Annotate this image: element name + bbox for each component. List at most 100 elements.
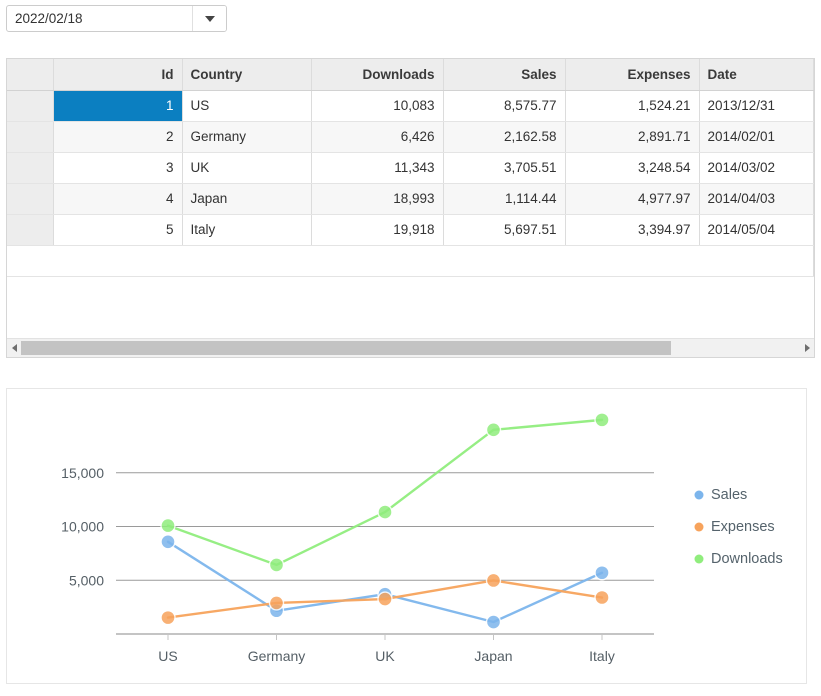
table-cell-downloads[interactable]: 11,343 [311,152,444,184]
table-cell-date[interactable]: 2014/05/04 [699,214,814,246]
chart-point-downloads-us[interactable] [160,517,176,534]
legend-label-sales[interactable]: Sales [711,487,747,503]
table-cell-downloads[interactable]: 19,918 [311,214,444,246]
legend-marker-sales[interactable] [694,490,704,500]
table-cell-downloads[interactable]: 18,993 [311,183,444,215]
chart-point-expenses-japan[interactable] [485,572,502,589]
chart-legend[interactable]: Sales Expenses Downloads [694,487,783,567]
table-cell-expenses[interactable]: 2,891.71 [565,121,700,153]
column-header-country[interactable]: Country [182,59,312,91]
chart-x-tick-label: Japan [474,648,512,664]
table-cell-country[interactable]: US [182,90,312,122]
chart-point-downloads-italy[interactable] [594,412,610,428]
chart-y-axis-labels: 5,000 10,000 15,000 [61,465,104,589]
data-grid-table: Id Country Downloads Sales Expenses Date… [7,59,814,277]
table-cell-country[interactable]: Germany [182,121,312,153]
chevron-down-icon [204,15,215,22]
triangle-right-icon [804,344,810,352]
table-empty-cell [7,245,814,277]
date-picker-input[interactable] [7,6,193,31]
table-cell-expenses[interactable]: 4,977.97 [565,183,700,215]
triangle-left-icon [11,344,17,352]
chart-point-expenses-uk[interactable] [377,591,393,607]
table-cell-country[interactable]: Italy [182,214,312,246]
row-header-cell[interactable] [7,214,54,246]
table-row[interactable]: 1 US 10,083 8,575.77 1,524.21 2013/12/31 [7,90,814,122]
legend-label-downloads[interactable]: Downloads [711,551,783,567]
table-row[interactable]: 2 Germany 6,426 2,162.58 2,891.71 2014/02/01 [7,121,814,153]
table-row[interactable]: 5 Italy 19,918 5,697.51 3,394.97 2014/05/04 [7,214,814,246]
horizontal-scrollbar[interactable] [7,338,814,357]
chart-point-expenses-us[interactable] [160,609,176,626]
legend-marker-downloads[interactable] [694,554,704,564]
table-cell-id[interactable]: 1 [53,90,183,122]
table-cell-country[interactable]: Japan [182,183,312,215]
row-header-cell[interactable] [7,152,54,184]
table-cell-sales[interactable]: 3,705.51 [443,152,566,184]
chart-point-sales-japan[interactable] [485,614,502,630]
line-chart-panel[interactable]: 5,000 10,000 15,000 US Germany UK Japan Italy … [6,388,807,684]
legend-label-expenses[interactable]: Expenses [711,519,775,535]
table-cell-expenses[interactable]: 3,394.97 [565,214,700,246]
table-row[interactable]: 3 UK 11,343 3,705.51 3,248.54 2014/03/02 [7,152,814,184]
table-cell-id[interactable]: 4 [53,183,183,215]
column-header-sales[interactable]: Sales [443,59,566,91]
table-cell-sales[interactable]: 1,114.44 [443,183,566,215]
chart-y-tick-label: 5,000 [69,572,104,588]
chart-y-tick-label: 10,000 [61,519,104,535]
line-chart: 5,00010,00015,000 US Germany UK Japan Italy … [61,412,783,664]
chart-point-expenses-italy[interactable] [594,589,610,606]
chart-point-downloads-japan[interactable] [485,422,502,438]
chart-point-expenses-germany[interactable] [268,595,285,611]
table-cell-date[interactable]: 2014/04/03 [699,183,814,215]
table-empty-area [7,245,814,277]
header-row: Id Country Downloads Sales Expenses Date [7,59,814,91]
table-cell-sales[interactable]: 8,575.77 [443,90,566,122]
table-cell-sales[interactable]: 5,697.51 [443,214,566,246]
table-cell-country[interactable]: UK [182,152,312,184]
column-header-downloads[interactable]: Downloads [311,59,444,91]
column-header-date[interactable]: Date [699,59,814,91]
table-row[interactable]: 4 Japan 18,993 1,114.44 4,977.97 2014/04/03 [7,183,814,215]
legend-marker-expenses[interactable] [694,522,704,532]
chart-line-downloads [166,418,604,567]
row-header-cell[interactable] [7,90,54,122]
chart-point-sales-us[interactable] [160,534,176,550]
table-cell-sales[interactable]: 2,162.58 [443,121,566,153]
table-cell-expenses[interactable]: 1,524.21 [565,90,700,122]
data-grid[interactable]: Id Country Downloads Sales Expenses Date… [6,58,815,358]
date-picker[interactable] [6,5,227,32]
chart-gridlines [116,472,654,635]
table-cell-date[interactable]: 2014/03/02 [699,152,814,184]
row-header-cell[interactable] [7,121,54,153]
table-cell-id[interactable]: 3 [53,152,183,184]
column-header-id[interactable]: Id [53,59,183,91]
table-cell-expenses[interactable]: 3,248.54 [565,152,700,184]
chart-x-axis-labels: US Germany UK Japan Italy [158,648,615,664]
date-picker-dropdown-button[interactable] [192,6,226,31]
row-header-corner[interactable] [7,59,54,91]
chart-x-tick-label: UK [375,648,395,664]
table-cell-date[interactable]: 2013/12/31 [699,90,814,122]
scrollbar-right-arrow-button[interactable] [800,339,814,357]
chart-point-downloads-uk[interactable] [377,504,393,520]
chart-x-tick-label: Germany [248,648,306,664]
data-grid-header: Id Country Downloads Sales Expenses Date [7,59,814,91]
scrollbar-track[interactable] [21,341,800,355]
row-header-cell[interactable] [7,183,54,215]
chart-x-tick-label: Italy [589,648,615,664]
table-cell-id[interactable]: 5 [53,214,183,246]
table-cell-date[interactable]: 2014/02/01 [699,121,814,153]
chart-series-group [160,412,610,630]
scrollbar-left-arrow-button[interactable] [7,339,21,357]
table-cell-downloads[interactable]: 10,083 [311,90,444,122]
table-cell-downloads[interactable]: 6,426 [311,121,444,153]
chart-x-tick-label: US [158,648,177,664]
data-grid-body: 1 US 10,083 8,575.77 1,524.21 2013/12/31 2 Germ… [7,90,814,277]
chart-point-downloads-germany[interactable] [268,557,285,573]
chart-y-tick-label: 15,000 [61,465,104,481]
table-cell-id[interactable]: 2 [53,121,183,153]
chart-point-sales-italy[interactable] [594,565,610,581]
column-header-expenses[interactable]: Expenses [565,59,700,91]
scrollbar-thumb[interactable] [21,341,672,355]
